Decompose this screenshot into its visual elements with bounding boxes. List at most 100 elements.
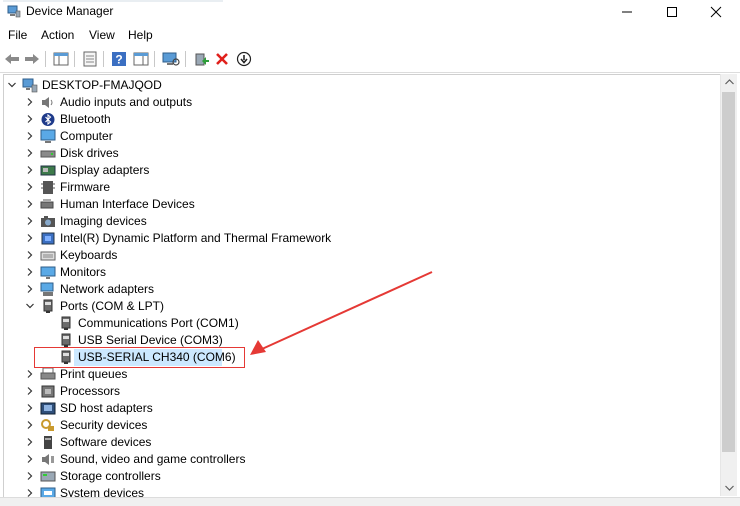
scrollbar-thumb[interactable] [722, 92, 735, 452]
disable-device-button[interactable] [235, 50, 253, 68]
toolbar-separator [45, 51, 46, 67]
scan-hardware-button[interactable] [162, 50, 180, 68]
scroll-up-button[interactable] [721, 74, 737, 90]
tree-category-row[interactable]: Imaging devices [4, 213, 721, 230]
toolbar-separator [74, 51, 75, 67]
menu-bar: File Action View Help [0, 25, 740, 45]
software-icon [44, 436, 52, 449]
chevron-right-icon[interactable] [25, 471, 35, 481]
tree-category-row[interactable]: Security devices [4, 417, 721, 434]
close-button[interactable] [693, 0, 739, 24]
processor-icon [41, 385, 55, 398]
back-button[interactable] [3, 50, 21, 68]
tree-category-row[interactable]: Firmware [4, 179, 721, 196]
update-driver-icon [195, 53, 209, 66]
tree-category-label: Monitors [60, 265, 107, 279]
tree-category-row[interactable]: Processors [4, 383, 721, 400]
chevron-right-icon[interactable] [25, 131, 35, 141]
tree-category-row[interactable]: Intel(R) Dynamic Platform and Thermal Fr… [4, 230, 721, 247]
tree-category-row[interactable]: Sound, video and game controllers [4, 451, 721, 468]
tree-category-row[interactable]: Keyboards [4, 247, 721, 264]
forward-button[interactable] [23, 50, 41, 68]
minimize-icon [622, 11, 632, 13]
disk-drive-icon [40, 150, 56, 158]
chevron-right-icon[interactable] [25, 114, 35, 124]
annotation-highlight-box [34, 347, 245, 368]
download-circle-icon [236, 51, 252, 67]
computer-root-icon [22, 78, 38, 93]
port-icon [43, 299, 53, 313]
tree-category-row[interactable]: Ports (COM & LPT) [4, 298, 721, 315]
chip-icon [41, 232, 55, 245]
toolbar-separator [185, 51, 186, 67]
printer-icon [40, 367, 56, 380]
tree-category-label: Sound, video and game controllers [60, 452, 246, 466]
tree-category-row[interactable]: Software devices [4, 434, 721, 451]
chevron-right-icon[interactable] [25, 454, 35, 464]
maximize-button[interactable] [649, 0, 695, 24]
scan-hardware-icon [162, 52, 180, 66]
port-icon [61, 316, 71, 330]
menu-help[interactable]: Help [128, 28, 153, 42]
help-button[interactable]: ? [110, 50, 128, 68]
tree-category-row[interactable]: Disk drives [4, 145, 721, 162]
tree-category-row[interactable]: Display adapters [4, 162, 721, 179]
tree-category-row[interactable]: Computer [4, 128, 721, 145]
tree-category-label: Software devices [60, 435, 152, 449]
chevron-right-icon[interactable] [25, 437, 35, 447]
title-accent-line [3, 0, 223, 2]
chevron-right-icon[interactable] [25, 267, 35, 277]
minimize-button[interactable] [604, 0, 650, 24]
tree-category-row[interactable]: Print queues [4, 366, 721, 383]
chevron-right-icon[interactable] [25, 420, 35, 430]
menu-view[interactable]: View [89, 28, 115, 42]
tree-category-row[interactable]: Storage controllers [4, 468, 721, 485]
tree-category-row[interactable]: SD host adapters [4, 400, 721, 417]
camera-icon [41, 216, 55, 227]
tree-category-label: Print queues [60, 367, 128, 381]
tree-device-row[interactable]: Communications Port (COM1) [4, 315, 721, 332]
tree-device-label: USB Serial Device (COM3) [78, 333, 223, 347]
chevron-right-icon[interactable] [25, 233, 35, 243]
tree-category-label: Network adapters [60, 282, 155, 296]
close-icon [710, 6, 722, 18]
show-hide-console-tree-button[interactable] [52, 50, 70, 68]
chevron-right-icon[interactable] [25, 165, 35, 175]
tree-category-label: Intel(R) Dynamic Platform and Thermal Fr… [60, 231, 332, 245]
tree-category-row[interactable]: Audio inputs and outputs [4, 94, 721, 111]
chevron-right-icon[interactable] [25, 284, 35, 294]
chevron-right-icon[interactable] [25, 386, 35, 396]
tree-category-label: Storage controllers [60, 469, 161, 483]
tree-category-label: Bluetooth [60, 112, 111, 126]
tree-category-label: Security devices [60, 418, 148, 432]
tree-category-row[interactable]: Network adapters [4, 281, 721, 298]
tree-category-row[interactable]: Bluetooth [4, 111, 721, 128]
chevron-right-icon[interactable] [25, 369, 35, 379]
chevron-down-icon[interactable] [7, 80, 17, 90]
vertical-scrollbar[interactable] [720, 74, 737, 496]
tree-root[interactable]: DESKTOP-FMAJQOD [4, 77, 721, 94]
computer-icon [40, 129, 56, 143]
tree-category-label: Keyboards [60, 248, 118, 262]
tree-category-row[interactable]: Monitors [4, 264, 721, 281]
toolbar: ? [0, 46, 740, 73]
action-pane-button[interactable] [132, 50, 150, 68]
chevron-down-icon[interactable] [25, 301, 35, 311]
device-tree[interactable]: DESKTOP-FMAJQOD Audio inputs and outputs… [3, 74, 721, 498]
uninstall-device-button[interactable] [213, 50, 231, 68]
scroll-down-button[interactable] [721, 480, 737, 496]
menu-file[interactable]: File [8, 28, 27, 42]
menu-action[interactable]: Action [41, 28, 74, 42]
chevron-right-icon[interactable] [25, 403, 35, 413]
chevron-right-icon[interactable] [25, 216, 35, 226]
chevron-right-icon[interactable] [25, 250, 35, 260]
chevron-right-icon[interactable] [25, 199, 35, 209]
chevron-right-icon[interactable] [25, 182, 35, 192]
properties-button[interactable] [81, 50, 99, 68]
tree-category-row[interactable]: Human Interface Devices [4, 196, 721, 213]
chevron-right-icon[interactable] [25, 148, 35, 158]
chevron-right-icon[interactable] [25, 97, 35, 107]
maximize-icon [667, 7, 677, 17]
update-driver-button[interactable] [192, 50, 210, 68]
window-title: Device Manager [26, 4, 114, 18]
